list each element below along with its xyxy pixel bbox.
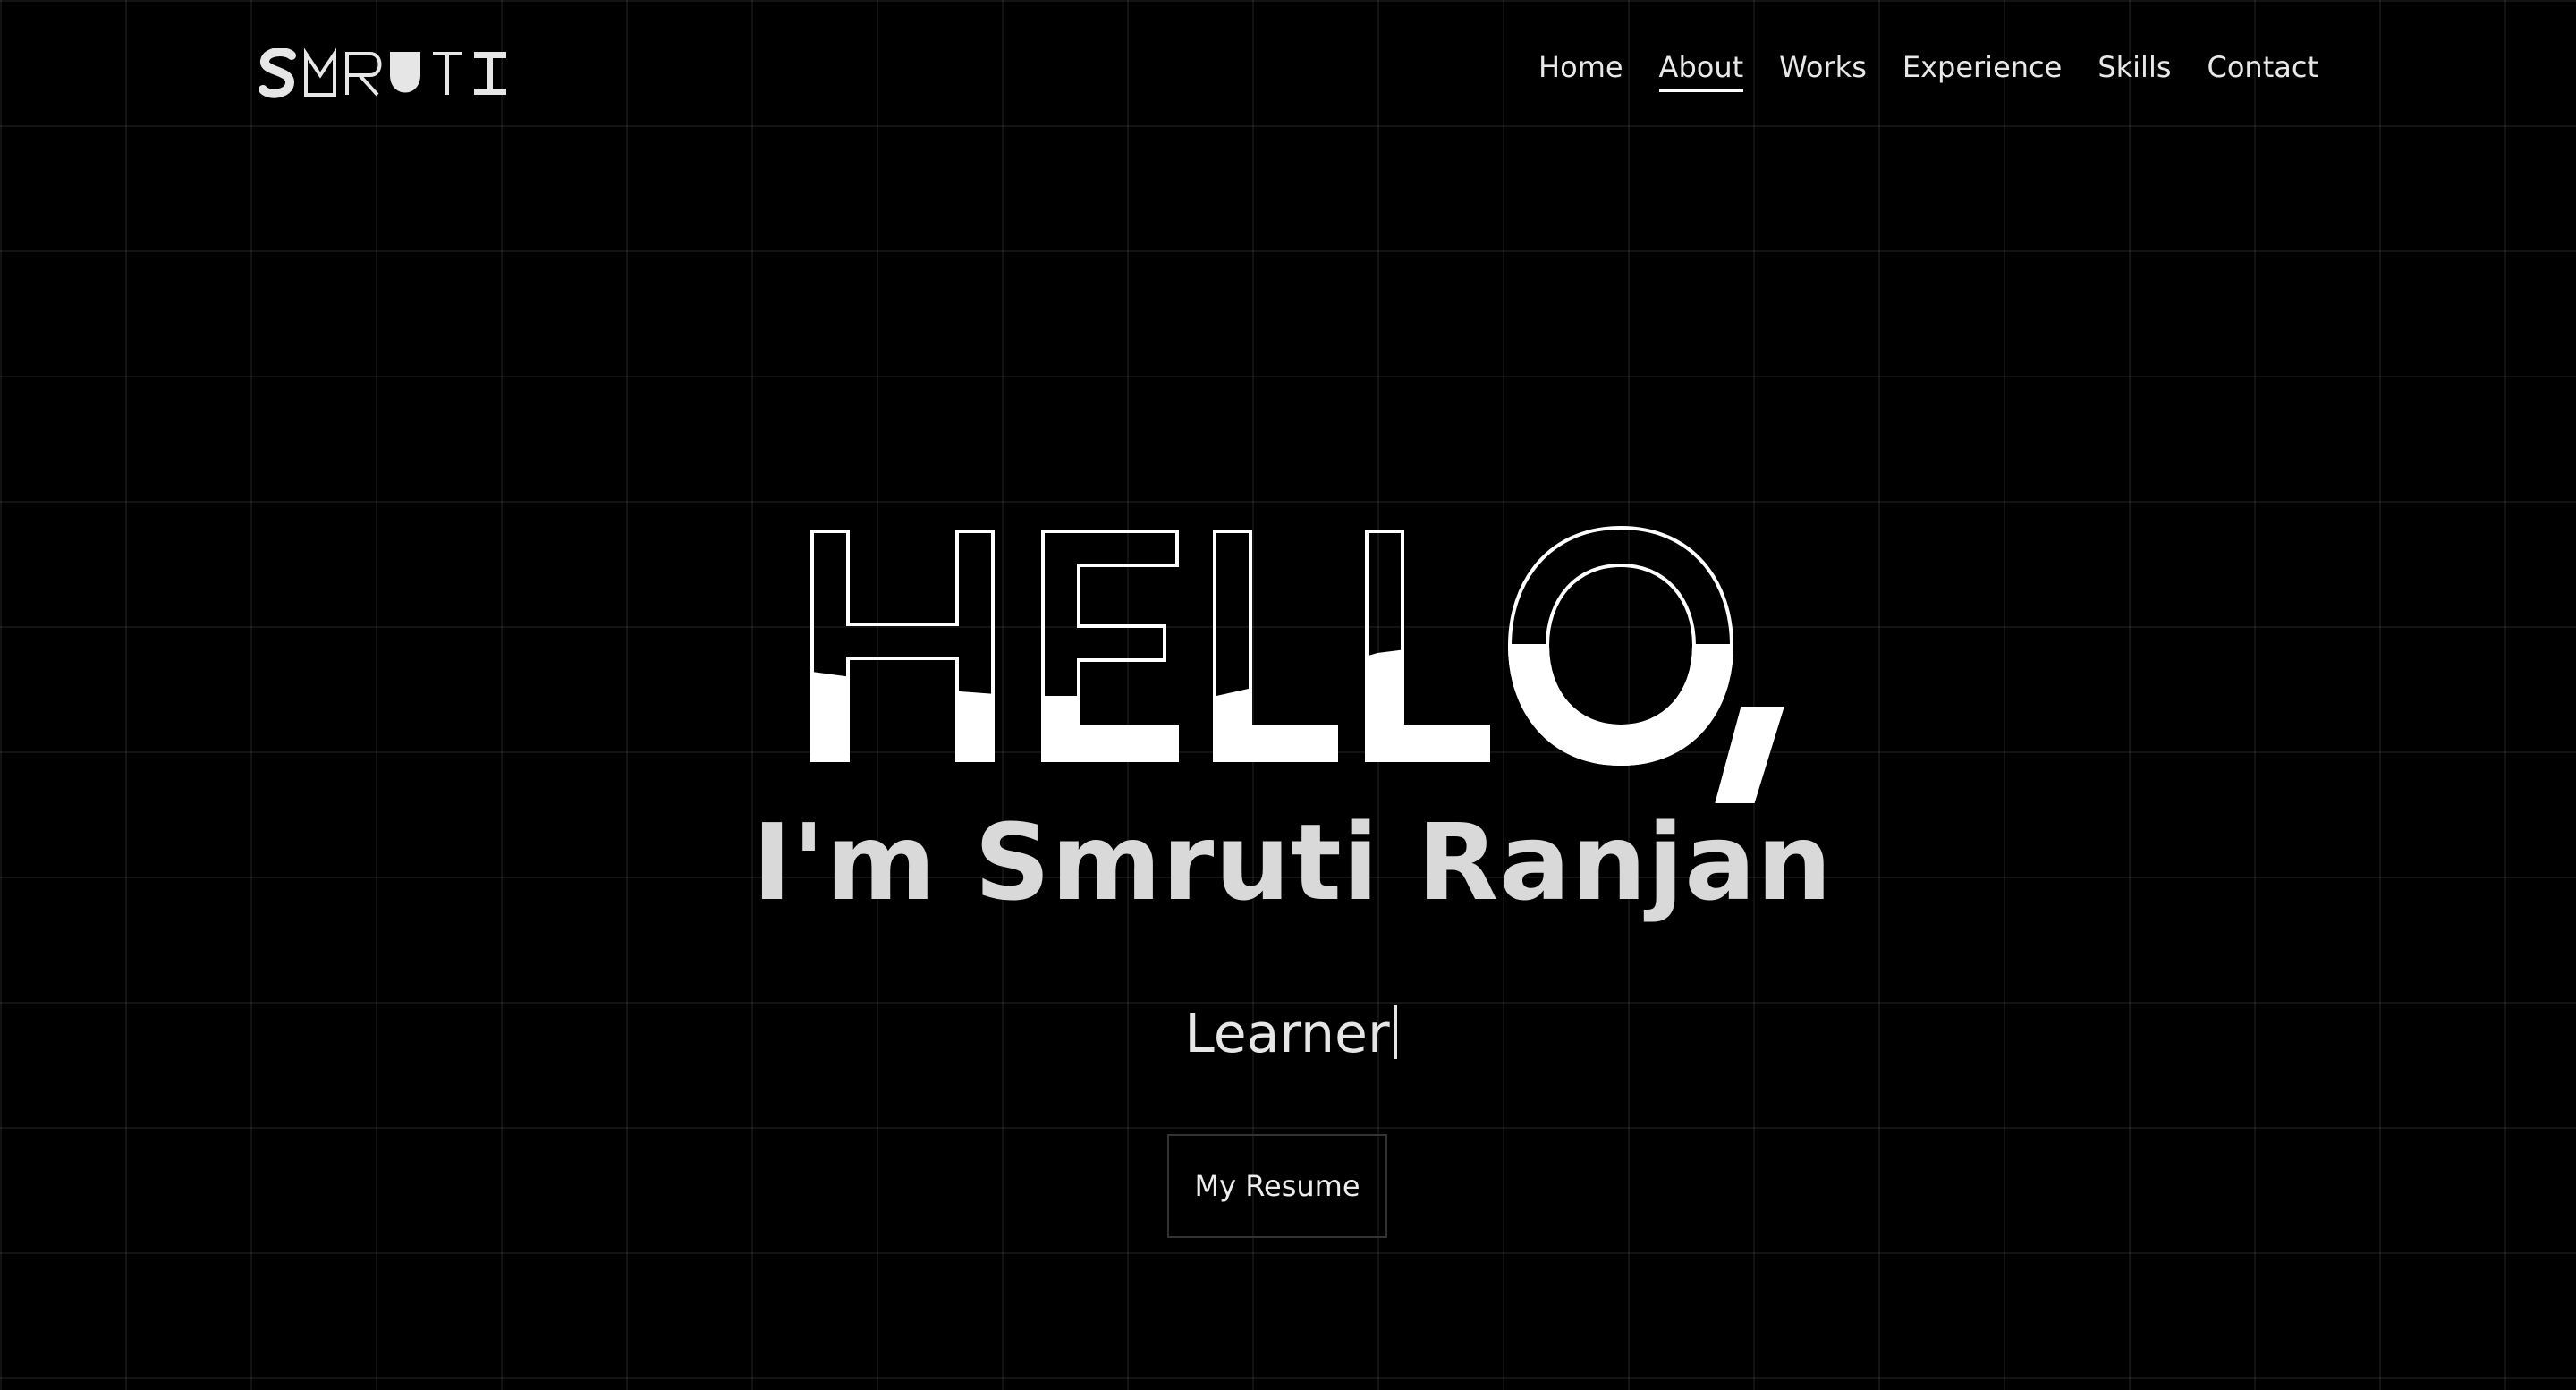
- nav-works[interactable]: Works: [1779, 50, 1867, 92]
- nav-about[interactable]: About: [1658, 50, 1744, 92]
- site-header: Home About Works Experience Skills Conta…: [0, 0, 2576, 143]
- main-nav: Home About Works Experience Skills Conta…: [1538, 50, 2318, 92]
- resume-button[interactable]: My Resume: [1167, 1134, 1387, 1238]
- nav-home[interactable]: Home: [1538, 50, 1623, 92]
- hero-role-text: Learner: [1184, 1003, 1390, 1065]
- typing-cursor-icon: [1393, 1005, 1397, 1059]
- hello-heading: HELLO,: [805, 519, 1825, 814]
- hero-name: I'm Smruti Ranjan: [752, 801, 1833, 924]
- smruti-wordmark-icon: [259, 48, 506, 98]
- nav-skills[interactable]: Skills: [2097, 50, 2171, 92]
- nav-contact[interactable]: Contact: [2207, 50, 2319, 92]
- hero-role: Learner: [0, 1005, 2576, 1061]
- smruti-logo[interactable]: [259, 48, 510, 98]
- nav-experience[interactable]: Experience: [1902, 50, 2062, 92]
